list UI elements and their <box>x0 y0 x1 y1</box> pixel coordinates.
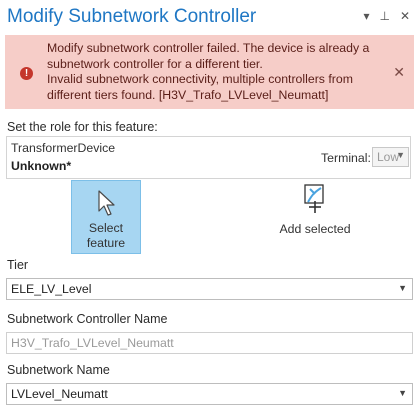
controller-name-label: Subnetwork Controller Name <box>7 312 168 326</box>
subnetwork-name-dropdown[interactable]: LVLevel_Neumatt ▼ <box>6 383 413 405</box>
subnetwork-name-label: Subnetwork Name <box>7 363 110 377</box>
error-line: different tiers found. [H3V_Trafo_LVLeve… <box>47 87 329 102</box>
role-label: Set the role for this feature: <box>7 120 158 134</box>
tier-value: ELE_LV_Level <box>11 282 92 296</box>
select-feature-label: Select feature <box>72 221 140 251</box>
chevron-down-icon[interactable]: ▾ <box>363 9 369 23</box>
close-icon[interactable]: ✕ <box>393 64 405 81</box>
pane-title: Modify Subnetwork Controller <box>7 6 257 27</box>
select-label-line: Select <box>88 221 124 235</box>
controller-name-placeholder: H3V_Trafo_LVLevel_Neumatt <box>11 336 174 350</box>
tier-dropdown[interactable]: ELE_LV_Level ▼ <box>6 278 413 300</box>
error-line: subnetwork controller for a different ti… <box>47 56 263 71</box>
close-icon[interactable]: ✕ <box>400 9 410 23</box>
feature-role-box: TransformerDevice Unknown* Terminal: Low… <box>6 136 411 179</box>
chevron-down-icon: ▼ <box>396 150 405 160</box>
error-text: Modify subnetwork controller failed. The… <box>47 41 377 103</box>
tier-label: Tier <box>7 258 29 272</box>
arrow-cursor-icon <box>98 190 115 216</box>
select-label-line: feature <box>86 236 126 250</box>
error-icon: ! <box>20 67 33 80</box>
add-selected-button[interactable]: Add selected <box>275 180 355 250</box>
add-map-feature-icon <box>304 184 324 213</box>
error-message-bar: ! Modify subnetwork controller failed. T… <box>5 35 414 109</box>
device-name: Unknown* <box>11 159 72 173</box>
add-selected-label: Add selected <box>279 222 351 236</box>
chevron-down-icon: ▼ <box>398 388 407 398</box>
error-line: Modify subnetwork controller failed. The… <box>47 41 370 55</box>
select-feature-button[interactable]: Select feature <box>71 180 141 254</box>
title-controls: ▾ ⊥ ✕ <box>363 9 410 23</box>
terminal-label: Terminal: <box>321 151 371 165</box>
pin-icon[interactable]: ⊥ <box>379 9 389 23</box>
title-bar: Modify Subnetwork Controller ▾ ⊥ ✕ <box>0 0 416 34</box>
subnetwork-name-value: LVLevel_Neumatt <box>11 387 108 401</box>
error-line: Invalid subnetwork connectivity, multipl… <box>47 72 353 86</box>
controller-name-input[interactable]: H3V_Trafo_LVLevel_Neumatt <box>6 332 413 354</box>
device-type: TransformerDevice <box>11 141 116 155</box>
terminal-dropdown[interactable]: Low ▼ <box>372 147 409 167</box>
chevron-down-icon: ▼ <box>398 283 407 293</box>
